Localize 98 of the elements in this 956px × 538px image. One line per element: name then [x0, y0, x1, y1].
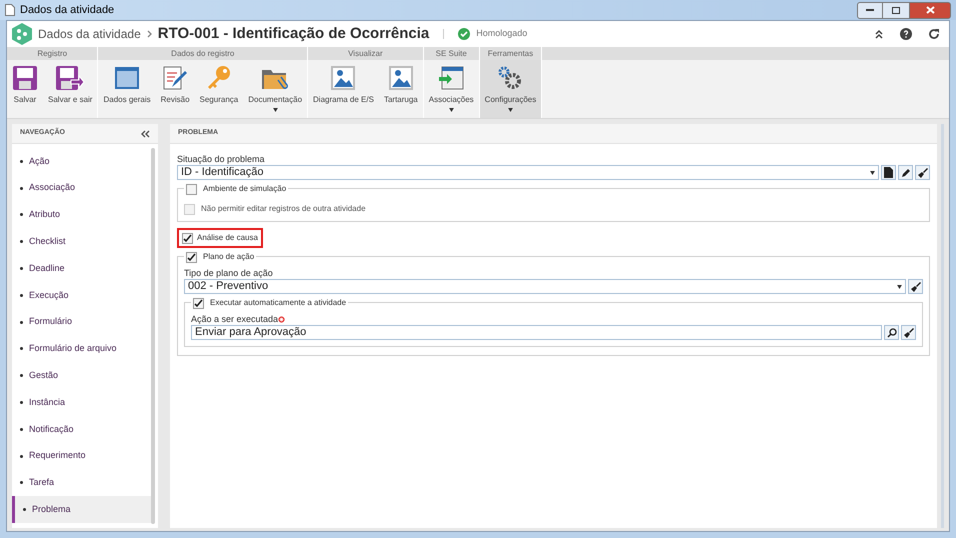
clear-button[interactable] — [901, 325, 916, 340]
bullet-icon — [20, 240, 23, 244]
document-icon — [5, 4, 15, 16]
ribbon-button[interactable]: Salvar — [7, 60, 43, 118]
scrollbar[interactable] — [151, 148, 155, 524]
bullet-icon — [20, 267, 23, 270]
dropdown-field[interactable]: 002 - Preventivo — [184, 279, 906, 294]
bullet-icon — [20, 213, 23, 216]
picture-icon — [388, 65, 414, 91]
help-icon[interactable] — [900, 28, 912, 40]
status-label: Homologado — [476, 27, 528, 40]
nav-item[interactable]: Deadline — [12, 255, 151, 282]
minimize-button[interactable] — [857, 2, 883, 18]
document-pen-icon — [162, 65, 188, 91]
field-label: Tipo de plano de ação — [184, 268, 273, 279]
collapse-icon[interactable] — [874, 29, 884, 39]
nav-item[interactable]: Ação — [12, 148, 151, 175]
checkbox-label: Não permitir editar registros de outra atividade — [201, 203, 366, 215]
picture-icon — [330, 65, 356, 91]
bullet-icon — [20, 294, 23, 297]
ribbon-group-title: Registro — [7, 47, 98, 60]
search-icon — [886, 328, 896, 338]
bullet-icon — [20, 374, 23, 378]
nav-item[interactable]: Formulário de arquivo — [12, 336, 151, 362]
ribbon-group-title: SE Suite — [424, 47, 479, 60]
dropdown-field[interactable]: ID - Identificação — [177, 165, 879, 180]
chevron-icon — [146, 30, 152, 38]
field-label: Situação do problema — [177, 154, 265, 165]
ribbon-button[interactable]: Salvar e sair — [43, 60, 98, 118]
input-field[interactable]: Enviar para Aprovação — [191, 325, 882, 340]
maximize-button[interactable] — [883, 2, 909, 18]
bullet-icon — [20, 454, 23, 458]
ribbon-group-title: Visualizar — [308, 47, 423, 60]
caret-icon — [870, 170, 875, 174]
ribbon-button[interactable]: Revisão — [156, 60, 195, 118]
bullet-icon — [20, 401, 23, 404]
pencil-icon — [900, 168, 910, 178]
bullet-icon — [20, 481, 23, 484]
ribbon-button[interactable]: Associações — [424, 60, 479, 118]
floppy-disk-arrow-icon — [55, 65, 86, 91]
checkbox-label: Executar automaticamente a atividade — [210, 297, 346, 309]
brush-icon — [904, 328, 914, 338]
page-title: RTO-001 - Identificação de Ocorrência — [158, 24, 430, 44]
checkbox-label: Plano de ação — [203, 251, 254, 263]
nav-item[interactable]: Formulário — [12, 308, 151, 336]
field-label: Ação a ser executada — [191, 314, 278, 325]
nav-item[interactable]: Notificação — [12, 416, 151, 443]
nav-item[interactable]: Instância — [12, 389, 151, 416]
ribbon-button[interactable]: Segurança — [194, 60, 244, 118]
double-chevron-left-icon[interactable] — [141, 130, 150, 138]
close-icon — [926, 6, 934, 14]
nav-item[interactable]: Gestão — [12, 362, 151, 390]
clear-button[interactable] — [915, 165, 930, 180]
window-title: Dados da atividade — [20, 2, 116, 18]
checkbox[interactable] — [193, 298, 204, 308]
gears-icon — [497, 65, 524, 91]
ribbon-button[interactable]: Dados gerais — [98, 60, 156, 118]
nav-item[interactable]: Checklist — [12, 228, 151, 256]
key-icon — [206, 65, 232, 91]
nav-item[interactable]: Execução — [12, 282, 151, 309]
window-arrow-icon — [438, 65, 464, 91]
nav-item[interactable]: Problema — [12, 496, 151, 524]
breadcrumb-link[interactable]: Dados da atividade — [38, 25, 141, 43]
checkbox[interactable] — [186, 252, 197, 262]
bullet-icon — [23, 508, 26, 512]
bullet-icon — [20, 320, 23, 324]
checkbox[interactable] — [182, 232, 193, 244]
nav-item[interactable]: Atributo — [12, 202, 151, 228]
check-badge-icon — [458, 28, 470, 40]
brush-icon — [918, 168, 928, 178]
new-file-button[interactable] — [881, 165, 896, 180]
checkbox-label: Análise de causa — [197, 232, 258, 244]
ribbon-group-title: Dados do registro — [98, 47, 308, 60]
ribbon-group-title: Ferramentas — [480, 47, 542, 60]
ribbon-button[interactable]: Diagrama de E/S — [308, 60, 379, 118]
nav-item[interactable]: Requerimento — [12, 442, 151, 470]
bullet-icon — [20, 186, 23, 190]
clear-button[interactable] — [908, 279, 923, 294]
maximize-icon — [892, 6, 900, 14]
nav-item[interactable]: Associação — [12, 174, 151, 202]
close-button[interactable] — [909, 2, 951, 18]
brush-icon — [910, 282, 920, 292]
minimize-icon — [866, 9, 874, 11]
ribbon-button[interactable]: Documentação — [243, 60, 308, 118]
refresh-icon[interactable] — [928, 28, 940, 40]
ribbon-button[interactable]: Tartaruga — [378, 60, 423, 118]
caret-icon — [897, 284, 902, 288]
file-icon — [884, 167, 893, 178]
checkbox-label: Ambiente de simulação — [203, 183, 286, 195]
bullet-icon — [20, 160, 23, 163]
nav-item[interactable]: Tarefa — [12, 470, 151, 496]
edit-button[interactable] — [898, 165, 913, 180]
search-button[interactable] — [884, 325, 899, 340]
window-icon — [114, 65, 140, 91]
checkbox[interactable] — [186, 184, 197, 194]
bullet-icon — [20, 428, 23, 431]
ribbon-button[interactable]: Configurações — [480, 60, 542, 118]
bullet-icon — [20, 347, 23, 350]
